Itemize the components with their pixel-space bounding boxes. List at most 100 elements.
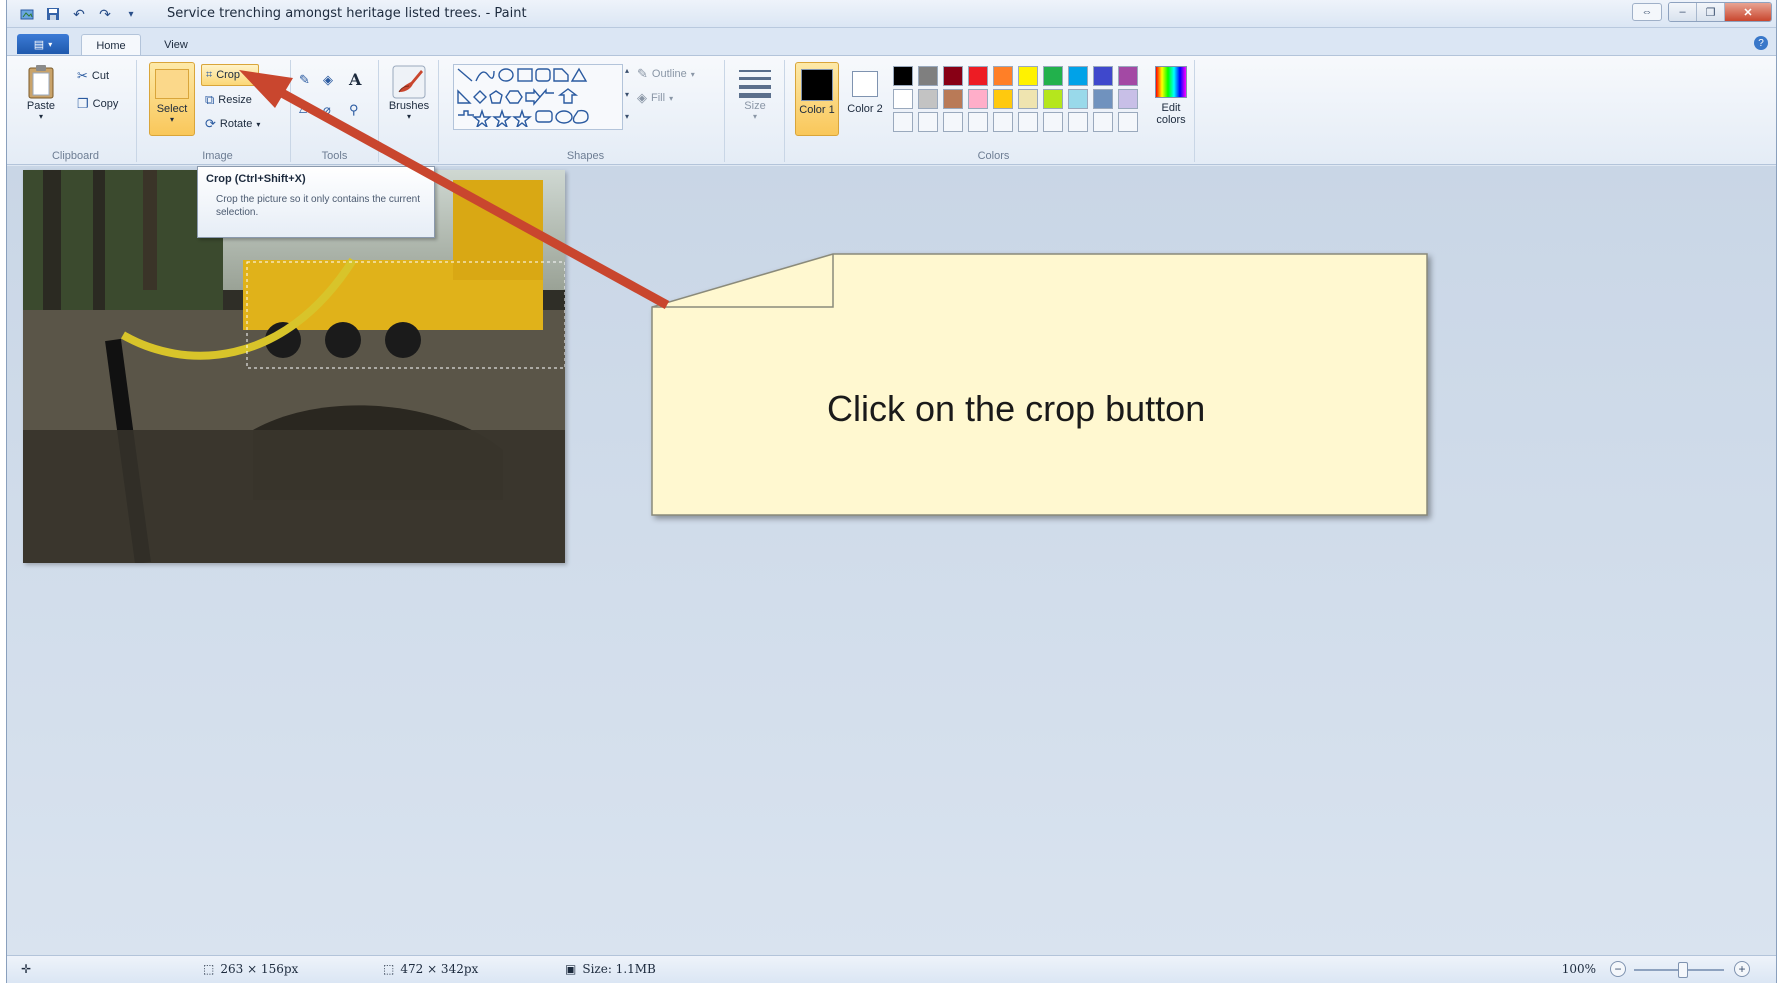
restore-ribbon-icon[interactable]: ⇔ [1632, 3, 1662, 21]
maximize-button[interactable]: ❐ [1697, 3, 1725, 21]
paint-app-icon[interactable] [17, 4, 37, 24]
save-icon[interactable] [43, 4, 63, 24]
custom-color-slot[interactable] [1018, 112, 1038, 132]
custom-color-slot[interactable] [968, 112, 988, 132]
zoom-slider[interactable] [1634, 962, 1724, 978]
shapes-gallery[interactable] [453, 64, 623, 130]
color-swatch[interactable] [1093, 66, 1113, 86]
chevron-down-icon: ▾ [38, 112, 43, 121]
image-group: Select ▾ ⌗ Crop ⧉ Resize ⟳ Rotate ▾ Imag… [145, 60, 291, 162]
color-swatch[interactable] [993, 89, 1013, 109]
text-tool[interactable]: A [349, 70, 361, 89]
zoom-slider-thumb[interactable] [1678, 962, 1688, 978]
color2-button[interactable]: Color 2 [845, 62, 885, 136]
color-swatch[interactable] [918, 66, 938, 86]
eraser-tool[interactable]: ▱ [299, 102, 309, 118]
custom-color-slot[interactable] [943, 112, 963, 132]
selection-size-value: 263 × 156px [220, 962, 299, 976]
paste-label: Paste [26, 100, 56, 112]
color-swatch[interactable] [993, 66, 1013, 86]
tooltip-title: Crop (Ctrl+Shift+X) [206, 173, 306, 185]
color-spectrum-icon [1155, 66, 1187, 98]
tab-view[interactable]: View [151, 34, 201, 56]
paste-button[interactable]: Paste ▾ [21, 64, 61, 121]
minimize-button[interactable]: – [1669, 3, 1697, 21]
shapes-group-label: Shapes [566, 150, 605, 162]
fill-label: Fill [651, 92, 666, 104]
edit-colors-label: Edit colors [1156, 102, 1186, 126]
color-swatch[interactable] [1093, 89, 1113, 109]
shapes-scroll-up-icon[interactable]: ▴ [625, 66, 629, 75]
color-swatch[interactable] [1018, 66, 1038, 86]
color-swatch[interactable] [918, 89, 938, 109]
window-title: Service trenching amongst heritage liste… [167, 6, 527, 21]
color-swatch[interactable] [1043, 89, 1063, 109]
color-swatch[interactable] [1068, 89, 1088, 109]
color-swatch[interactable] [943, 66, 963, 86]
clipboard-group: Paste ▾ ✂ Cut ❐ Copy Clipboard [15, 60, 137, 162]
custom-color-slot[interactable] [1068, 112, 1088, 132]
color-swatch[interactable] [893, 66, 913, 86]
chevron-down-icon: ▾ [669, 93, 674, 103]
cut-button[interactable]: ✂ Cut [77, 68, 109, 84]
fill-button[interactable]: ◈ Fill ▾ [637, 90, 673, 106]
tab-home[interactable]: Home [81, 34, 141, 56]
crop-button[interactable]: ⌗ Crop [201, 64, 259, 86]
paint-menu-button[interactable]: ▤ ▾ [17, 34, 69, 54]
fill-icon: ◈ [637, 90, 647, 105]
color1-label: Color 1 [799, 104, 835, 116]
chevron-down-icon: ▾ [690, 69, 695, 79]
size-group: Size ▾ [725, 60, 785, 162]
close-button[interactable]: ✕ [1725, 3, 1771, 21]
color1-button[interactable]: Color 1 [795, 62, 839, 136]
pencil-tool[interactable]: ✎ [299, 72, 310, 88]
crosshair-icon: ✛ [21, 962, 32, 976]
custom-color-slot[interactable] [1043, 112, 1063, 132]
color-swatch[interactable] [1043, 66, 1063, 86]
zoom-in-button[interactable]: + [1734, 961, 1750, 977]
custom-color-slot[interactable] [1118, 112, 1138, 132]
color-swatch[interactable] [1118, 89, 1138, 109]
eraser-icon: ▱ [299, 102, 309, 117]
rotate-icon: ⟳ [205, 116, 216, 131]
colors-group-label: Colors [977, 150, 1010, 162]
chevron-down-icon: ▾ [752, 112, 757, 121]
size-button[interactable]: Size ▾ [733, 64, 777, 121]
undo-icon[interactable]: ↶ [69, 4, 89, 24]
resize-button[interactable]: ⧉ Resize [205, 92, 252, 108]
redo-icon[interactable]: ↷ [95, 4, 115, 24]
color-swatch[interactable] [1068, 66, 1088, 86]
fill-tool[interactable]: ◈ [323, 72, 333, 88]
color-swatch[interactable] [893, 89, 913, 109]
color-picker-tool[interactable]: ⌀ [323, 102, 331, 118]
custom-color-slot[interactable] [918, 112, 938, 132]
color-swatch[interactable] [968, 89, 988, 109]
edit-colors-button[interactable]: Edit colors [1149, 62, 1193, 126]
select-button[interactable]: Select ▾ [149, 62, 195, 136]
disk-icon: ▣ [565, 962, 577, 976]
color-swatch[interactable] [968, 66, 988, 86]
color-swatch[interactable] [1118, 66, 1138, 86]
custom-color-slot[interactable] [1093, 112, 1113, 132]
shapes-scroll-down-icon[interactable]: ▾ [625, 90, 629, 99]
custom-color-slot[interactable] [893, 112, 913, 132]
zoom-out-button[interactable]: − [1610, 961, 1626, 977]
magnifier-tool[interactable]: ⚲ [349, 102, 359, 118]
copy-button[interactable]: ❐ Copy [77, 96, 118, 112]
canvas-area[interactable]: Crop (Ctrl+Shift+X) Crop the picture so … [7, 166, 1776, 955]
shapes-more-icon[interactable]: ▾ [625, 112, 629, 121]
brushes-button[interactable]: Brushes ▾ [385, 64, 433, 121]
file-size: ▣ Size: 1.1MB [565, 962, 656, 976]
custom-color-slot[interactable] [993, 112, 1013, 132]
color-swatch[interactable] [1018, 89, 1038, 109]
menu-icon: ▤ [33, 38, 45, 51]
color2-swatch [852, 71, 878, 97]
file-size-value: Size: 1.1MB [582, 962, 656, 976]
outline-button[interactable]: ✎ Outline ▾ [637, 66, 695, 82]
crop-tooltip: Crop (Ctrl+Shift+X) Crop the picture so … [197, 166, 435, 238]
colors-group: Color 1 Color 2 Edit colors Colors [793, 60, 1195, 162]
rotate-button[interactable]: ⟳ Rotate ▾ [205, 116, 260, 132]
customize-qat-chevron-down-icon[interactable]: ▾ [121, 4, 141, 24]
color-swatch[interactable] [943, 89, 963, 109]
help-icon[interactable]: ? [1754, 36, 1768, 50]
